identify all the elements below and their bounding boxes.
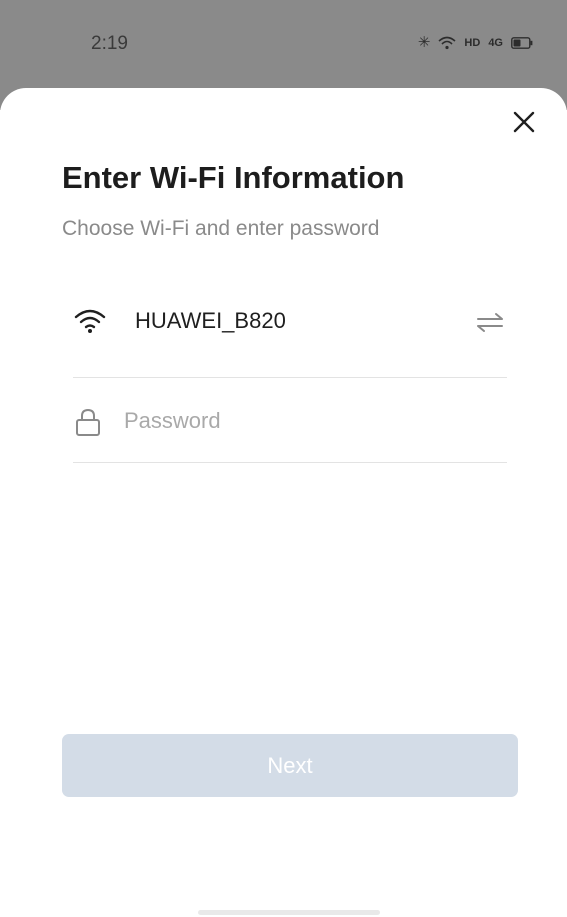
password-input[interactable] xyxy=(124,403,494,439)
next-button[interactable]: Next xyxy=(62,734,518,797)
lock-icon xyxy=(76,408,100,436)
status-time: 2:19 xyxy=(91,33,128,54)
wifi-divider xyxy=(73,377,507,378)
page-title: Enter Wi-Fi Information xyxy=(62,160,405,195)
battery-icon xyxy=(511,37,533,49)
password-row[interactable] xyxy=(72,395,508,449)
wifi-icon xyxy=(438,36,456,50)
bluetooth-icon: ✳ xyxy=(417,34,431,51)
password-divider xyxy=(73,462,507,463)
wifi-network-row[interactable]: HUAWEI_B820 xyxy=(72,296,508,350)
page-subtitle: Choose Wi-Fi and enter password xyxy=(62,217,380,240)
status-icons: ✳ HD 4G xyxy=(418,33,533,53)
close-icon[interactable] xyxy=(513,111,535,133)
switch-network-icon[interactable] xyxy=(474,310,506,334)
wifi-network-name: HUAWEI_B820 xyxy=(135,308,286,333)
close-button[interactable] xyxy=(509,107,539,137)
hd-icon: HD xyxy=(464,37,481,49)
wifi-icon xyxy=(74,309,106,333)
signal-icon: 4G xyxy=(488,37,503,49)
home-indicator xyxy=(198,910,380,915)
